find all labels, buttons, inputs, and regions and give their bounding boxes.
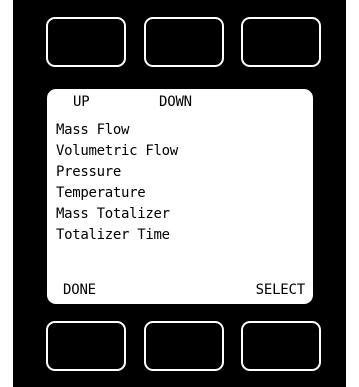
- select-softkey[interactable]: [241, 321, 321, 371]
- menu-list: Mass Flow Volumetric Flow Pressure Tempe…: [56, 120, 178, 246]
- menu-item-volumetric-flow[interactable]: Volumetric Flow: [56, 141, 178, 162]
- lcd-screen: UP DOWN Mass Flow Volumetric Flow Pressu…: [47, 89, 313, 304]
- down-label: DOWN: [159, 94, 192, 110]
- top-right-softkey[interactable]: [241, 17, 321, 67]
- menu-item-temperature[interactable]: Temperature: [56, 183, 178, 204]
- menu-item-totalizer-time[interactable]: Totalizer Time: [56, 225, 178, 246]
- bottom-center-softkey[interactable]: [144, 321, 224, 371]
- menu-item-mass-flow[interactable]: Mass Flow: [56, 120, 178, 141]
- menu-item-mass-totalizer[interactable]: Mass Totalizer: [56, 204, 178, 225]
- top-center-softkey[interactable]: [144, 17, 224, 67]
- menu-item-pressure[interactable]: Pressure: [56, 162, 178, 183]
- done-label: DONE: [63, 282, 96, 298]
- top-left-softkey[interactable]: [46, 17, 126, 67]
- device-bezel: UP DOWN Mass Flow Volumetric Flow Pressu…: [13, 0, 346, 387]
- up-label: UP: [73, 94, 90, 110]
- select-label: SELECT: [255, 282, 306, 298]
- done-softkey[interactable]: [46, 321, 126, 371]
